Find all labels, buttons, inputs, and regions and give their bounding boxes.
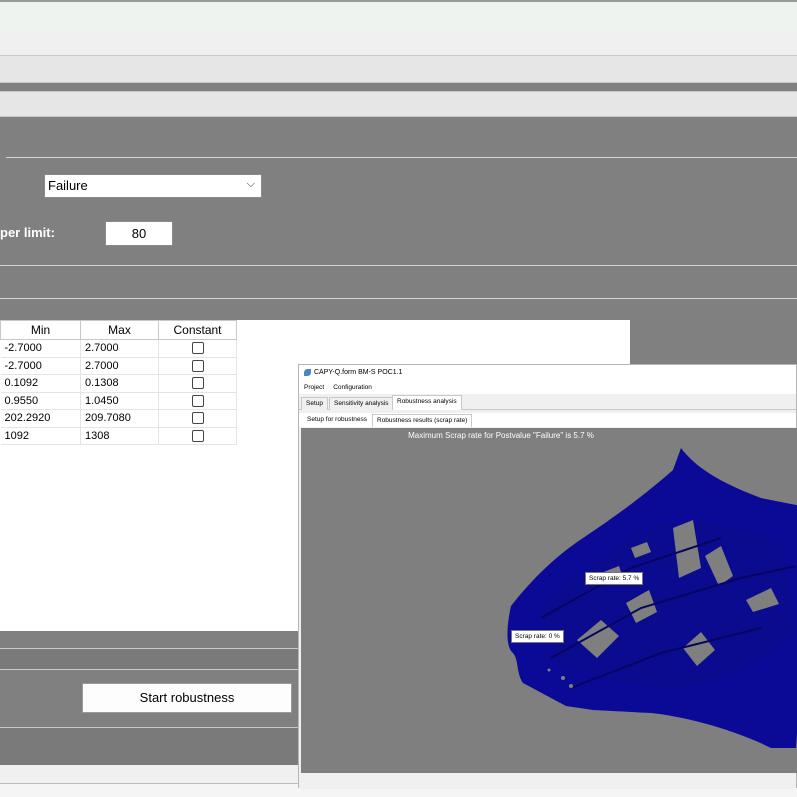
section-strip bbox=[0, 648, 300, 670]
capy-sub-tabs: Setup for robustness Robustness results … bbox=[299, 413, 796, 427]
table-row: -2.7000 2.7000 bbox=[0, 357, 237, 375]
table-header-row: Min Max Constant bbox=[0, 320, 237, 340]
max-cell[interactable]: 1308 bbox=[80, 427, 159, 445]
capy-status-bar bbox=[299, 774, 796, 789]
chevron-down-icon: ⌵ bbox=[246, 178, 255, 190]
max-cell[interactable]: 209.7080 bbox=[80, 409, 159, 428]
toolbar-strip bbox=[0, 55, 797, 83]
constant-checkbox[interactable] bbox=[191, 359, 204, 372]
hood-hole bbox=[569, 684, 573, 688]
hood-hole bbox=[674, 724, 678, 728]
column-header-min[interactable]: Min bbox=[0, 320, 81, 340]
toolbar-strip bbox=[0, 32, 797, 55]
divider bbox=[6, 157, 797, 158]
min-cell[interactable]: 0.1092 bbox=[0, 374, 81, 393]
tab-robustness-results[interactable]: Robustness results (scrap rate) bbox=[372, 414, 473, 427]
min-cell[interactable]: -2.7000 bbox=[0, 339, 81, 358]
table-row: 0.9550 1.0450 bbox=[0, 392, 237, 410]
menu-item-project[interactable]: Project bbox=[304, 384, 324, 391]
capy-window-title: CAPY-Q.form BM-S POC1.1 bbox=[314, 369, 403, 376]
postvalue-select[interactable]: Failure ⌵ bbox=[44, 174, 262, 198]
capy-window: CAPY-Q.form BM-S POC1.1 Project Configura… bbox=[298, 364, 797, 789]
app-logo-icon bbox=[304, 368, 311, 376]
max-cell[interactable]: 2.7000 bbox=[80, 357, 159, 375]
car-hood-mesh bbox=[507, 448, 797, 748]
separator bbox=[0, 83, 797, 91]
column-header-constant[interactable]: Constant bbox=[158, 320, 237, 340]
table-row: 202.2920 209.7080 bbox=[0, 409, 237, 428]
constant-checkbox[interactable] bbox=[191, 377, 204, 390]
table-row: 1092 1308 bbox=[0, 427, 237, 445]
column-header-max[interactable]: Max bbox=[80, 320, 159, 340]
menu-item-configuration[interactable]: Configuration bbox=[333, 384, 372, 391]
upper-limit-label: per limit: bbox=[0, 225, 55, 240]
max-cell[interactable]: 2.7000 bbox=[80, 339, 159, 358]
section-strip bbox=[0, 727, 300, 765]
start-robustness-button[interactable]: Start robustness bbox=[82, 683, 292, 713]
max-cell[interactable]: 0.1308 bbox=[80, 374, 159, 393]
table-row: -2.7000 2.7000 bbox=[0, 339, 237, 358]
constant-checkbox[interactable] bbox=[191, 412, 204, 425]
min-cell[interactable]: 202.2920 bbox=[0, 409, 81, 428]
max-cell[interactable]: 1.0450 bbox=[80, 392, 159, 410]
tab-setup[interactable]: Setup bbox=[301, 397, 328, 410]
table-row: 0.1092 0.1308 bbox=[0, 374, 237, 393]
section-strip bbox=[0, 765, 300, 783]
3d-viewport[interactable]: Maximum Scrap rate for Postvalue "Failur… bbox=[301, 428, 797, 773]
min-cell[interactable]: 0.9550 bbox=[0, 392, 81, 410]
postvalue-select-value: Failure bbox=[48, 178, 88, 193]
capy-menu-bar: Project Configuration bbox=[299, 381, 796, 394]
hood-hole bbox=[561, 676, 565, 680]
min-cell[interactable]: -2.7000 bbox=[0, 357, 81, 375]
capy-main-tabs: Setup Sensitivity analysis Robustness an… bbox=[299, 395, 796, 410]
divider bbox=[0, 298, 797, 299]
hood-hole bbox=[667, 732, 671, 736]
scrap-rate-tooltip: Scrap rate: 0 % bbox=[511, 630, 564, 643]
capy-title-bar: CAPY-Q.form BM-S POC1.1 bbox=[299, 365, 796, 381]
constant-checkbox[interactable] bbox=[191, 429, 204, 442]
toolbar-strip bbox=[0, 91, 797, 117]
parameter-table: Min Max Constant -2.7000 2.7000 -2.7000 … bbox=[0, 320, 237, 445]
min-cell[interactable]: 1092 bbox=[0, 427, 81, 445]
constant-checkbox[interactable] bbox=[191, 394, 204, 407]
tab-sensitivity-analysis[interactable]: Sensitivity analysis bbox=[329, 397, 394, 410]
scrap-rate-tooltip: Scrap rate: 5.7 % bbox=[585, 572, 644, 585]
constant-checkbox[interactable] bbox=[191, 342, 204, 355]
divider bbox=[0, 265, 797, 266]
upper-limit-input[interactable]: 80 bbox=[105, 221, 173, 246]
tab-setup-for-robustness[interactable]: Setup for robustness bbox=[303, 414, 371, 427]
window-header-bar bbox=[0, 0, 797, 32]
hood-hole bbox=[547, 668, 551, 672]
tab-robustness-analysis[interactable]: Robustness analysis bbox=[392, 395, 462, 410]
